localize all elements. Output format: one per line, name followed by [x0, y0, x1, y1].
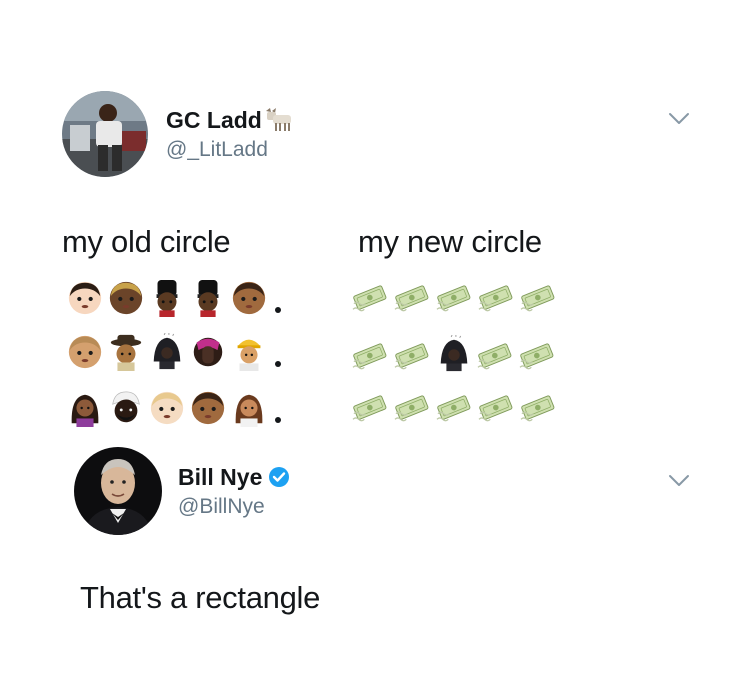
tweet1-display-name[interactable]: GC Ladd: [166, 107, 294, 134]
period-mark: [275, 361, 281, 367]
money-emoji-icon: [393, 281, 431, 315]
new-circle-row: [351, 281, 561, 315]
money-emoji-icon: [476, 339, 514, 373]
money-emoji-icon: [435, 391, 473, 425]
tweet2-avatar[interactable]: [74, 447, 162, 535]
money-emoji-icon: [351, 391, 389, 425]
tweet2-chevron-down-icon[interactable]: [668, 474, 690, 488]
tweet1-chevron-down-icon[interactable]: [668, 112, 690, 126]
tweet1-header: GC Ladd @_LitLadd: [62, 91, 294, 177]
builder-tan-emoji-icon: [230, 333, 268, 371]
detective-brown-emoji-icon: [107, 333, 145, 371]
face-brown-emoji-icon: [230, 279, 268, 317]
tweet1-handle[interactable]: @_LitLadd: [166, 138, 294, 162]
money-emoji-icon: [477, 391, 515, 425]
tweet1-display-name-text: GC Ladd: [166, 106, 262, 133]
goat-icon: [265, 108, 291, 131]
money-emoji-icon: [519, 281, 557, 315]
face-dark-emoji-icon: [107, 279, 145, 317]
woman-brown-emoji-icon: [230, 389, 268, 427]
tweet2-header: Bill Nye @BillNye: [74, 447, 290, 535]
old-circle-row: [66, 333, 281, 371]
avatar-photo-icon: [62, 91, 148, 177]
tweet1-text-right: my new circle: [358, 224, 542, 259]
facepalm-dark-emoji-icon: [189, 333, 227, 371]
money-emoji-icon: [435, 281, 473, 315]
face-brown-emoji-icon: [189, 389, 227, 427]
guard-dark-emoji-icon: [148, 279, 186, 317]
tweet2-text: That's a rectangle: [80, 580, 321, 615]
period-mark: [275, 307, 281, 313]
money-emoji-icon: [519, 391, 557, 425]
money-emoji-icon: [518, 339, 556, 373]
tweet1-text-left: my old circle: [62, 224, 231, 259]
hooded-dark-emoji-icon: [435, 335, 473, 373]
face-tan-emoji-icon: [66, 333, 104, 371]
verified-badge-icon: [269, 467, 290, 487]
period-mark: [275, 417, 281, 423]
money-emoji-icon: [351, 281, 389, 315]
face-pale-emoji-icon: [148, 389, 186, 427]
tweet1-avatar[interactable]: [62, 91, 148, 177]
money-emoji-icon: [351, 339, 389, 373]
money-emoji-icon: [477, 281, 515, 315]
face-light-emoji-icon: [66, 279, 104, 317]
turban-dark-emoji-icon: [107, 389, 145, 427]
new-circle-row: [351, 335, 560, 373]
money-emoji-icon: [393, 391, 431, 425]
guard-dark-emoji-icon: [189, 279, 227, 317]
old-circle-row: [66, 389, 281, 427]
avatar-photo-icon: [74, 447, 162, 535]
tweet2-handle[interactable]: @BillNye: [178, 495, 290, 519]
woman-purple-emoji-icon: [66, 389, 104, 427]
new-circle-row: [351, 391, 561, 425]
money-emoji-icon: [393, 339, 431, 373]
hooded-dark-emoji-icon: [148, 333, 186, 371]
old-circle-row: [66, 279, 281, 317]
tweet2-display-name-text: Bill Nye: [178, 463, 263, 490]
tweet2-display-name[interactable]: Bill Nye: [178, 464, 290, 491]
